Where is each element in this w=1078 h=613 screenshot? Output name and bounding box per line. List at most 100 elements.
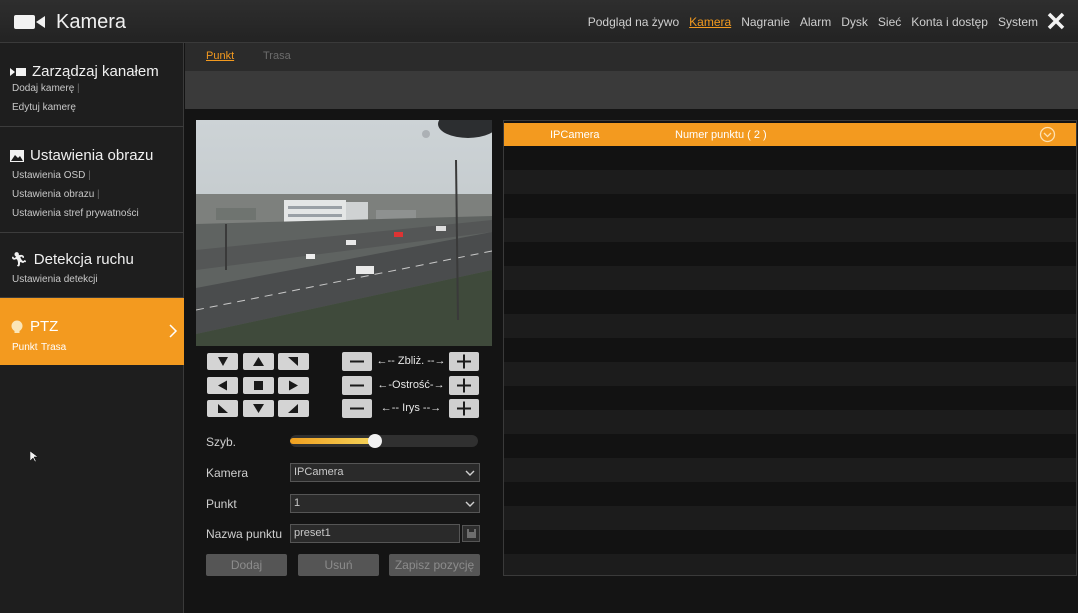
pan-down-left-button[interactable] (207, 400, 238, 417)
zoom-out-button[interactable] (342, 352, 372, 371)
sidebar-link-image-settings[interactable]: Ustawienia obrazu | (12, 189, 100, 200)
sidebar-link-route[interactable]: Trasa (41, 342, 66, 353)
separator: | (88, 170, 91, 181)
arrow-up-right-icon (288, 357, 298, 366)
pan-up-left-button[interactable] (207, 353, 238, 370)
arrow-down-icon (253, 404, 264, 413)
sidebar-item-motion[interactable]: 🏃︎ Detekcja ruchu (10, 251, 134, 268)
close-icon[interactable] (1046, 9, 1066, 33)
focus-near-button[interactable] (342, 376, 372, 395)
speed-slider[interactable] (290, 434, 478, 448)
nav-camera[interactable]: Kamera (689, 15, 731, 29)
table-row (504, 458, 1076, 482)
table-row (504, 194, 1076, 218)
chevron-down-icon (465, 470, 475, 476)
top-bar: Kamera Podgląd na żywo Kamera Nagranie A… (0, 0, 1078, 43)
table-row (504, 386, 1076, 410)
table-row (504, 242, 1076, 266)
pan-right-button[interactable] (278, 377, 309, 394)
running-man-icon: 🏃︎ (10, 251, 28, 267)
nav-system[interactable]: System (998, 15, 1038, 29)
sidebar-link-privacy-zones[interactable]: Ustawienia stref prywatności (12, 208, 139, 219)
sidebar-item-ptz[interactable]: PTZ (10, 318, 58, 335)
chevron-down-icon (465, 501, 475, 507)
column-header-point-number: Numer punktu ( 2 ) (675, 129, 767, 141)
preset-table: IPCamera Numer punktu ( 2 ) (503, 120, 1077, 576)
speed-slider-handle[interactable] (368, 434, 382, 448)
focus-far-button[interactable] (449, 376, 479, 395)
sidebar-section-title: Zarządzaj kanałem (32, 63, 159, 80)
pan-left-button[interactable] (207, 377, 238, 394)
chevron-down-circle-icon[interactable] (1039, 126, 1056, 143)
sidebar-section-ptz[interactable]: PTZ Punkt Trasa (0, 298, 184, 365)
camera-select[interactable]: IPCamera (290, 463, 480, 482)
save-position-button[interactable]: Zapisz pozycję (389, 554, 480, 576)
mouse-pointer-icon (30, 451, 39, 463)
nav-network[interactable]: Sieć (878, 15, 901, 29)
sidebar-link-osd[interactable]: Ustawienia OSD | (12, 170, 91, 181)
minus-icon (350, 384, 364, 387)
nav-disk[interactable]: Dysk (841, 15, 868, 29)
table-row (504, 314, 1076, 338)
table-header: IPCamera Numer punktu ( 2 ) (504, 123, 1076, 146)
tilt-down-button[interactable] (243, 400, 274, 417)
arrow-left-icon (218, 380, 227, 391)
sidebar-link-add-camera[interactable]: Dodaj kamerę | (12, 83, 80, 94)
pan-down-right-button[interactable] (278, 400, 309, 417)
table-row (504, 554, 1076, 575)
nav-alarm[interactable]: Alarm (800, 15, 831, 29)
table-row (504, 530, 1076, 554)
tilt-up-button[interactable] (243, 353, 274, 370)
nav-recording[interactable]: Nagranie (741, 15, 790, 29)
top-nav: Podgląd na żywo Kamera Nagranie Alarm Dy… (588, 15, 1038, 29)
ptz-bulb-icon (11, 320, 23, 333)
sidebar-link-label: Ustawienia obrazu (12, 189, 95, 200)
zoom-in-button[interactable] (449, 352, 479, 371)
table-row (504, 218, 1076, 242)
sidebar-link-point[interactable]: Punkt (12, 342, 38, 353)
add-button[interactable]: Dodaj (206, 554, 287, 576)
pan-up-right-button[interactable] (278, 353, 309, 370)
speed-slider-fill (290, 438, 375, 444)
arrow-up-icon (253, 357, 264, 366)
table-row (504, 434, 1076, 458)
minus-icon (350, 407, 364, 410)
sidebar-link-edit-camera[interactable]: Edytuj kamerę (12, 102, 76, 113)
table-row (504, 290, 1076, 314)
nav-live-view[interactable]: Podgląd na żywo (588, 15, 679, 29)
point-name-input[interactable]: preset1 (290, 524, 460, 543)
iris-open-button[interactable] (449, 399, 479, 418)
nav-accounts[interactable]: Konta i dostęp (911, 15, 988, 29)
sidebar-section-motion: 🏃︎ Detekcja ruchu Ustawienia detekcji (0, 233, 184, 298)
sidebar-link-detection[interactable]: Ustawienia detekcji (12, 274, 98, 285)
zoom-label: ←-- Zbliż. --→ (376, 355, 446, 367)
plus-icon (457, 354, 471, 369)
point-label: Punkt (206, 497, 237, 511)
save-name-button[interactable] (462, 525, 480, 542)
point-select-value: 1 (294, 497, 301, 509)
tab-route[interactable]: Trasa (263, 50, 291, 62)
sidebar-section-channel: Zarządzaj kanałem Dodaj kamerę | Edytuj … (0, 43, 184, 127)
table-row (504, 410, 1076, 434)
point-name-label: Nazwa punktu (206, 527, 283, 541)
sidebar-item-image[interactable]: Ustawienia obrazu (10, 147, 153, 164)
column-header-camera: IPCamera (550, 129, 600, 141)
arrow-up-left-icon (218, 357, 228, 366)
camera-select-value: IPCamera (294, 466, 344, 478)
point-select[interactable]: 1 (290, 494, 480, 513)
iris-close-button[interactable] (342, 399, 372, 418)
sidebar-section-title: Detekcja ruchu (33, 251, 134, 268)
sidebar-section-image: Ustawienia obrazu Ustawienia OSD | Ustaw… (0, 127, 184, 233)
sidebar: Zarządzaj kanałem Dodaj kamerę | Edytuj … (0, 43, 184, 613)
camera-icon (14, 15, 45, 29)
stop-button[interactable] (243, 377, 274, 394)
table-row (504, 146, 1076, 170)
separator: | (97, 189, 100, 200)
iris-label: ←-- Irys --→ (380, 402, 442, 414)
plus-icon (457, 401, 471, 416)
sidebar-item-channel[interactable]: Zarządzaj kanałem (10, 63, 159, 80)
delete-button[interactable]: Usuń (298, 554, 379, 576)
tab-point[interactable]: Punkt (206, 50, 234, 62)
table-row (504, 170, 1076, 194)
table-row (504, 266, 1076, 290)
